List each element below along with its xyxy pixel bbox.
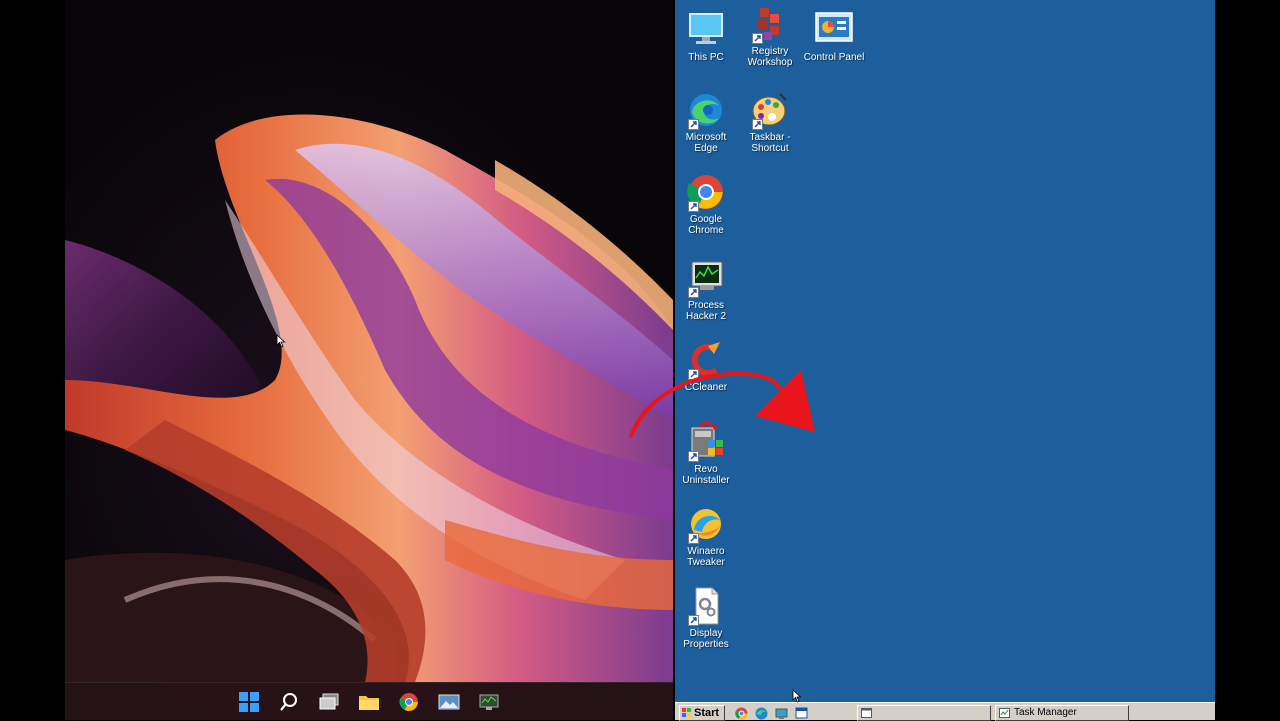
- desktop-icon-label: Display Properties: [683, 628, 729, 650]
- shortcut-arrow-icon: [688, 201, 699, 212]
- desktop-icon-label: Winaero Tweaker: [687, 546, 725, 568]
- desktop-icon-label: This PC: [688, 52, 724, 63]
- task-view-icon[interactable]: [315, 688, 343, 716]
- windows11-desktop: [65, 0, 673, 720]
- windows-start-icon[interactable]: [235, 688, 263, 716]
- start-label: Start: [694, 707, 720, 719]
- windows11-taskbar: [65, 682, 673, 720]
- winaero-tweaker-icon: [686, 504, 726, 544]
- taskbar-button-task-manager[interactable]: Task Manager: [995, 705, 1129, 721]
- desktop-icon-this-pc[interactable]: This PC: [675, 10, 739, 63]
- desktop-icon-label: Revo Uninstaller: [682, 464, 730, 486]
- chrome-icon: [686, 172, 726, 212]
- registry-workshop-icon: [750, 4, 790, 44]
- this-pc-icon: [686, 10, 726, 50]
- mouse-cursor-icon: [276, 334, 286, 348]
- wallpaper-swirl: [65, 114, 673, 683]
- window-icon[interactable]: [795, 707, 808, 720]
- desktop-icon-google-chrome[interactable]: Google Chrome: [675, 172, 739, 236]
- desktop-icon-label: Taskbar - Shortcut: [749, 132, 791, 154]
- taskbar-button-label: Task Manager: [1014, 707, 1077, 718]
- desktop-icon-microsoft-edge[interactable]: Microsoft Edge: [675, 90, 739, 154]
- desktop-icon-label: Control Panel: [803, 52, 865, 63]
- shortcut-arrow-icon: [688, 533, 699, 544]
- taskbar-button[interactable]: [857, 705, 991, 721]
- black-bar-right: [1215, 0, 1280, 720]
- desktop-icon-registry-workshop[interactable]: Registry Workshop: [737, 4, 803, 68]
- task-manager-icon: [999, 708, 1010, 718]
- shortcut-arrow-icon: [688, 451, 699, 462]
- desktop-icon-taskbar-shortcut[interactable]: Taskbar - Shortcut: [737, 90, 803, 154]
- desktop-icon-control-panel[interactable]: Control Panel: [801, 10, 867, 63]
- desktop-icon-label: Registry Workshop: [747, 46, 793, 68]
- desktop-icon-label: Process Hacker 2: [685, 300, 726, 322]
- classic-taskbar: Start Task Manager: [675, 702, 1215, 721]
- chrome-icon[interactable]: [735, 707, 748, 720]
- shortcut-arrow-icon: [752, 33, 763, 44]
- shortcut-arrow-icon: [688, 287, 699, 298]
- desktop-icon-label: Microsoft Edge: [685, 132, 727, 154]
- process-hacker-icon: [686, 258, 726, 298]
- desktop-icon-label: Google Chrome: [688, 214, 724, 236]
- chrome-icon[interactable]: [395, 688, 423, 716]
- desktop-icon-process-hacker[interactable]: Process Hacker 2: [675, 258, 739, 322]
- mouse-cursor-icon: [792, 689, 802, 703]
- red-annotation-arrow: [629, 370, 815, 438]
- photos-icon[interactable]: [435, 688, 463, 716]
- display-properties-icon: [686, 586, 726, 626]
- shortcut-arrow-icon: [688, 615, 699, 626]
- window-icon: [861, 708, 872, 718]
- search-icon[interactable]: [275, 688, 303, 716]
- desktop-icon-winaero-tweaker[interactable]: Winaero Tweaker: [675, 504, 739, 568]
- paint-palette-icon: [750, 90, 790, 130]
- black-bar-left: [0, 0, 65, 720]
- start-button[interactable]: Start: [679, 705, 725, 721]
- desktop-icon[interactable]: [775, 707, 788, 720]
- shortcut-arrow-icon: [752, 119, 763, 130]
- control-panel-icon: [814, 10, 854, 50]
- desktop-icon-display-properties[interactable]: Display Properties: [675, 586, 739, 650]
- shortcut-arrow-icon: [688, 119, 699, 130]
- monitor-icon[interactable]: [475, 688, 503, 716]
- windows-flag-icon: [682, 708, 691, 717]
- edge-icon[interactable]: [755, 707, 768, 720]
- edge-icon: [686, 90, 726, 130]
- file-explorer-icon[interactable]: [355, 688, 383, 716]
